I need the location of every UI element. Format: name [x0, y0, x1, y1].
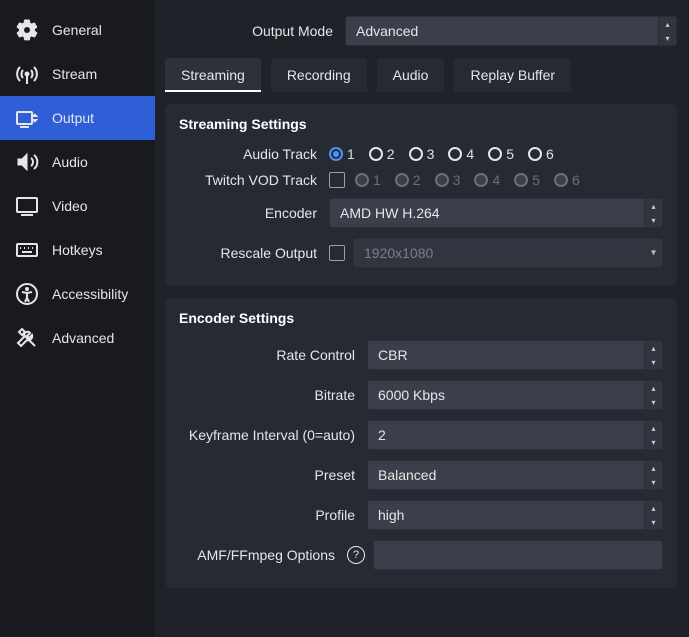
select-stepper[interactable]: ▴▾: [644, 341, 662, 369]
tab-replay-buffer[interactable]: Replay Buffer: [454, 58, 571, 92]
tab-audio[interactable]: Audio: [377, 58, 445, 92]
sidebar-item-stream[interactable]: Stream: [0, 52, 155, 96]
vod-track-4: 4: [474, 172, 500, 188]
sidebar-item-label: General: [52, 22, 102, 38]
antenna-icon: [14, 61, 40, 87]
spinbox-stepper[interactable]: ▴▾: [644, 381, 662, 409]
sidebar-item-hotkeys[interactable]: Hotkeys: [0, 228, 155, 272]
encoder-settings-panel: Encoder Settings Rate Control CBR ▴▾ Bit…: [165, 298, 677, 588]
monitor-icon: [14, 193, 40, 219]
chevron-down-icon: ▾: [651, 248, 656, 259]
tools-icon: [14, 325, 40, 351]
sidebar-item-label: Video: [52, 198, 88, 214]
sidebar-item-label: Accessibility: [52, 286, 128, 302]
keyframe-input[interactable]: 2 ▴▾: [367, 420, 663, 450]
rate-control-select[interactable]: CBR ▴▾: [367, 340, 663, 370]
sidebar-item-output[interactable]: Output: [0, 96, 155, 140]
encoder-select[interactable]: AMD HW H.264 ▴▾: [329, 198, 663, 228]
rate-control-value: CBR: [378, 347, 644, 363]
twitch-vod-radios: 1 2 3 4 5 6: [355, 172, 580, 188]
amf-options-input[interactable]: [373, 540, 663, 570]
vod-track-2: 2: [395, 172, 421, 188]
audio-track-1[interactable]: 1: [329, 146, 355, 162]
audio-track-radios: 1 2 3 4 5 6: [329, 146, 554, 162]
gear-icon: [14, 17, 40, 43]
preset-value: Balanced: [378, 467, 644, 483]
amf-label: AMF/FFmpeg Options: [179, 547, 339, 563]
accessibility-icon: [14, 281, 40, 307]
bitrate-value: 6000 Kbps: [378, 387, 644, 403]
twitch-vod-label: Twitch VOD Track: [179, 172, 321, 188]
output-tabs: Streaming Recording Audio Replay Buffer: [165, 58, 677, 92]
audio-track-5[interactable]: 5: [488, 146, 514, 162]
rescale-checkbox[interactable]: [329, 245, 345, 261]
preset-label: Preset: [179, 467, 359, 483]
profile-value: high: [378, 507, 644, 523]
vod-track-3: 3: [435, 172, 461, 188]
sidebar-item-label: Hotkeys: [52, 242, 103, 258]
vod-track-1: 1: [355, 172, 381, 188]
encoder-label: Encoder: [179, 205, 321, 221]
output-mode-select[interactable]: Advanced ▴▾: [345, 16, 677, 46]
output-mode-value: Advanced: [356, 23, 658, 39]
streaming-settings-title: Streaming Settings: [179, 116, 663, 132]
tab-recording[interactable]: Recording: [271, 58, 367, 92]
sidebar-item-general[interactable]: General: [0, 8, 155, 52]
profile-label: Profile: [179, 507, 359, 523]
audio-track-3[interactable]: 3: [409, 146, 435, 162]
audio-track-4[interactable]: 4: [448, 146, 474, 162]
sidebar-item-label: Advanced: [52, 330, 114, 346]
profile-select[interactable]: high ▴▾: [367, 500, 663, 530]
help-icon[interactable]: ?: [347, 546, 365, 564]
sidebar-item-audio[interactable]: Audio: [0, 140, 155, 184]
select-stepper[interactable]: ▴▾: [644, 501, 662, 529]
sidebar-item-advanced[interactable]: Advanced: [0, 316, 155, 360]
sidebar: General Stream Output Audio Video Hotkey…: [0, 0, 155, 637]
rescale-value: 1920x1080: [364, 245, 662, 261]
content-area: Output Mode Advanced ▴▾ Streaming Record…: [155, 0, 689, 637]
vod-track-5: 5: [514, 172, 540, 188]
spinbox-stepper[interactable]: ▴▾: [644, 421, 662, 449]
audio-track-6[interactable]: 6: [528, 146, 554, 162]
rescale-label: Rescale Output: [179, 245, 321, 261]
keyframe-value: 2: [378, 427, 644, 443]
sidebar-item-accessibility[interactable]: Accessibility: [0, 272, 155, 316]
encoder-value: AMD HW H.264: [340, 205, 644, 221]
rate-control-label: Rate Control: [179, 347, 359, 363]
keyboard-icon: [14, 237, 40, 263]
select-stepper[interactable]: ▴▾: [644, 199, 662, 227]
sidebar-item-label: Audio: [52, 154, 88, 170]
sidebar-item-label: Output: [52, 110, 94, 126]
streaming-settings-panel: Streaming Settings Audio Track 1 2 3 4 5…: [165, 104, 677, 286]
keyframe-label: Keyframe Interval (0=auto): [179, 427, 359, 443]
audio-track-label: Audio Track: [179, 146, 321, 162]
vod-track-6: 6: [554, 172, 580, 188]
rescale-select: 1920x1080 ▾: [353, 238, 663, 268]
encoder-settings-title: Encoder Settings: [179, 310, 663, 326]
speaker-icon: [14, 149, 40, 175]
output-icon: [14, 105, 40, 131]
audio-track-2[interactable]: 2: [369, 146, 395, 162]
twitch-vod-checkbox[interactable]: [329, 172, 345, 188]
sidebar-item-label: Stream: [52, 66, 97, 82]
bitrate-input[interactable]: 6000 Kbps ▴▾: [367, 380, 663, 410]
sidebar-item-video[interactable]: Video: [0, 184, 155, 228]
select-stepper[interactable]: ▴▾: [658, 17, 676, 45]
select-stepper[interactable]: ▴▾: [644, 461, 662, 489]
bitrate-label: Bitrate: [179, 387, 359, 403]
preset-select[interactable]: Balanced ▴▾: [367, 460, 663, 490]
output-mode-label: Output Mode: [165, 23, 337, 39]
tab-streaming[interactable]: Streaming: [165, 58, 261, 92]
